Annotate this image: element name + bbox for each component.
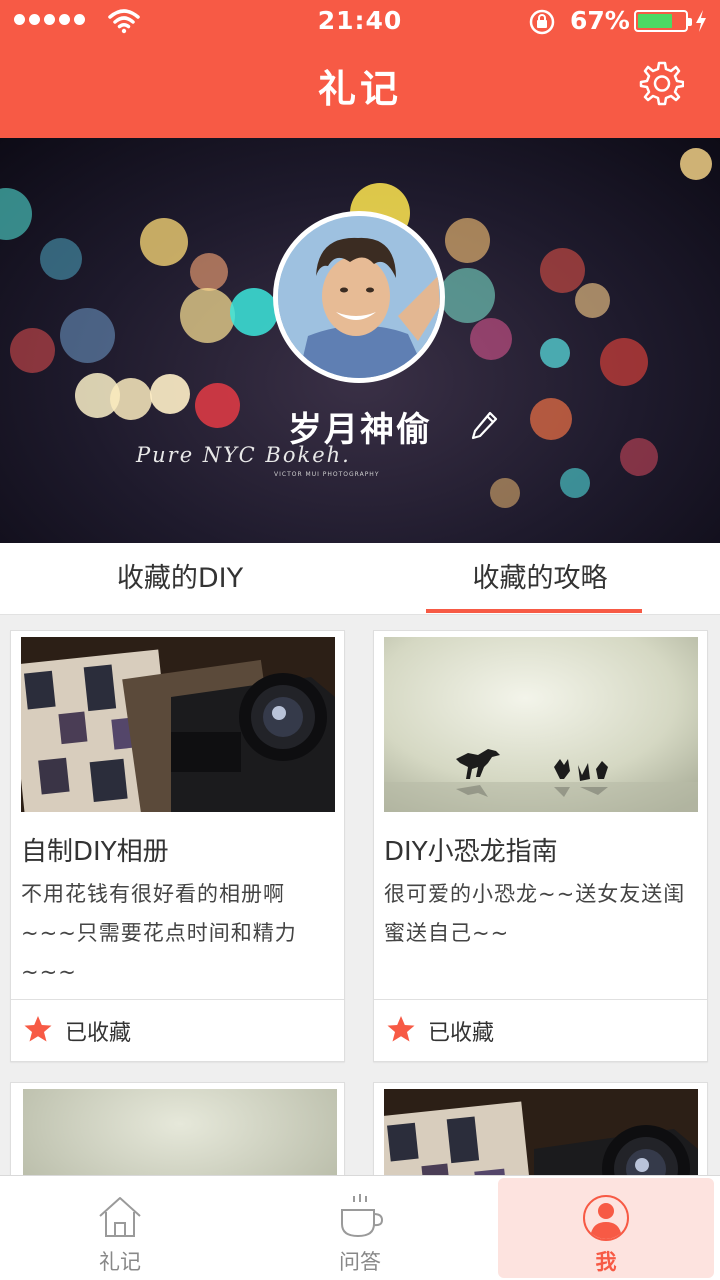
banner-watermark: Pure NYC Bokeh. bbox=[136, 443, 351, 467]
cup-icon bbox=[341, 1194, 384, 1238]
favorited-label[interactable]: 已收藏 bbox=[65, 1015, 131, 1047]
top-bar: 21:40 67% 礼记 bbox=[0, 0, 720, 138]
bottom-nav: 礼记 问答 我 bbox=[0, 1175, 720, 1280]
nav-item-me[interactable]: 我 bbox=[498, 1178, 714, 1278]
nav-label: 礼记 bbox=[99, 1250, 141, 1274]
card-description: 不用花钱有很好看的相册啊~~~只需要花点时间和精力~~~ bbox=[21, 882, 297, 984]
profile-username: 岁月神偷 bbox=[288, 410, 432, 450]
profile-banner: 岁月神偷 Pure NYC Bokeh. VICTOR MUI PHOTOGRA… bbox=[0, 138, 720, 543]
tab-favorite-guides[interactable]: 收藏的攻略 bbox=[360, 543, 720, 615]
home-icon bbox=[99, 1197, 141, 1237]
charging-icon bbox=[696, 10, 706, 32]
star-icon[interactable] bbox=[386, 1014, 416, 1044]
battery-percent: 67% bbox=[570, 6, 630, 35]
card-item[interactable]: 自制DIY相册 不用花钱有很好看的相册啊~~~只需要花点时间和精力~~~ 已收藏 bbox=[10, 630, 345, 1062]
card-footer: 已收藏 bbox=[374, 999, 707, 1061]
card-image bbox=[21, 637, 335, 812]
banner-watermark-sub: VICTOR MUI PHOTOGRAPHY bbox=[274, 471, 380, 478]
status-bar: 21:40 67% bbox=[0, 0, 720, 42]
settings-gear-icon[interactable] bbox=[638, 60, 684, 106]
page-title: 礼记 bbox=[317, 67, 402, 111]
favorited-label[interactable]: 已收藏 bbox=[428, 1015, 494, 1047]
collection-tabs: 收藏的DIY 收藏的攻略 bbox=[0, 543, 720, 615]
tab-favorite-diy[interactable]: 收藏的DIY bbox=[0, 543, 360, 615]
card-image bbox=[384, 1089, 698, 1175]
active-tab-indicator bbox=[426, 609, 642, 613]
avatar-photo bbox=[278, 216, 440, 378]
card-image bbox=[23, 1089, 337, 1175]
nav-item-home[interactable]: 礼记 bbox=[0, 1176, 240, 1280]
rotation-lock-icon bbox=[529, 9, 555, 35]
nav-label: 问答 bbox=[339, 1250, 381, 1274]
avatar[interactable] bbox=[273, 211, 445, 383]
card-image bbox=[384, 637, 698, 812]
favorites-grid: 自制DIY相册 不用花钱有很好看的相册啊~~~只需要花点时间和精力~~~ 已收藏 bbox=[0, 615, 720, 1175]
card-item[interactable]: DIY小恐龙指南 很可爱的小恐龙~~送女友送闺蜜送自己~~ 已收藏 bbox=[373, 630, 708, 1062]
star-icon[interactable] bbox=[23, 1014, 53, 1044]
card-item[interactable] bbox=[10, 1082, 345, 1175]
card-title: DIY小恐龙指南 bbox=[384, 837, 558, 867]
nav-item-qa[interactable]: 问答 bbox=[240, 1176, 480, 1280]
user-icon bbox=[583, 1195, 629, 1241]
card-title: 自制DIY相册 bbox=[21, 837, 169, 867]
edit-pencil-icon[interactable] bbox=[470, 410, 498, 440]
battery-icon bbox=[634, 10, 692, 32]
card-footer: 已收藏 bbox=[11, 999, 344, 1061]
card-description: 很可爱的小恐龙~~送女友送闺蜜送自己~~ bbox=[384, 882, 686, 945]
nav-label: 我 bbox=[595, 1250, 617, 1274]
card-item[interactable] bbox=[373, 1082, 708, 1175]
